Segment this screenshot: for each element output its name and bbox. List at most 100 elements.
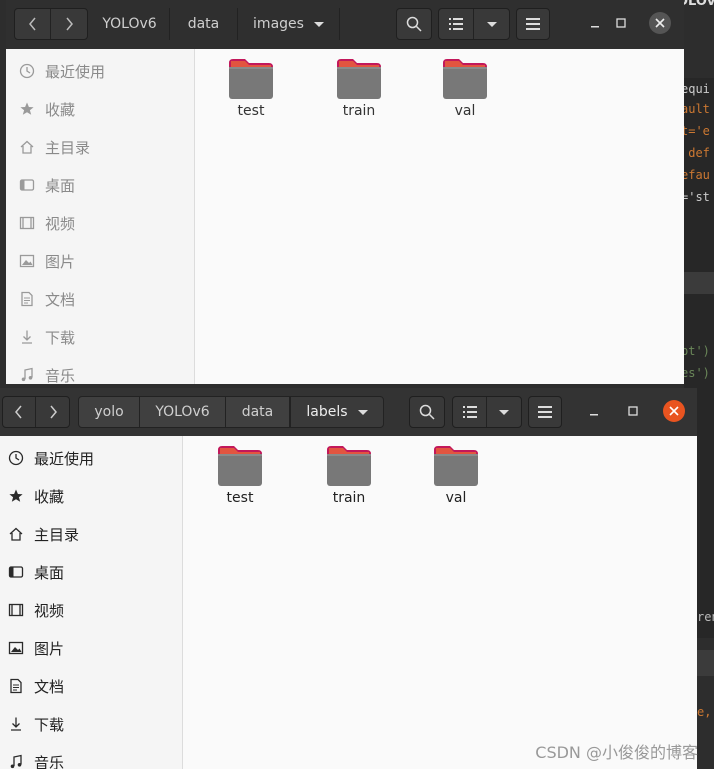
sidebar-item[interactable]: 主目录 [0, 515, 182, 553]
sidebar-item-label: 音乐 [34, 753, 65, 769]
home-icon [8, 526, 24, 542]
close-button[interactable] [663, 400, 685, 422]
folder-item[interactable]: test [216, 57, 286, 119]
sidebar-item-label: 收藏 [34, 487, 65, 506]
sidebar-item[interactable]: 文档 [6, 280, 194, 318]
music-icon [19, 367, 35, 383]
sidebar-item-label: 桌面 [45, 176, 76, 195]
picture-icon [8, 640, 24, 656]
sidebar-item[interactable]: 音乐 [0, 743, 182, 769]
header-bar: yolo YOLOv6 data labels [0, 388, 697, 436]
path-item-label: images [253, 16, 304, 32]
sidebar-item-label: 最近使用 [45, 62, 106, 81]
sidebar-item[interactable]: 桌面 [6, 166, 194, 204]
hamburger-menu-icon [526, 18, 540, 30]
sidebar-item[interactable]: 下载 [0, 705, 182, 743]
list-view-button[interactable] [439, 9, 475, 39]
maximize-icon [616, 18, 626, 28]
path-item-images[interactable]: images [238, 8, 340, 40]
list-view-button[interactable] [453, 397, 488, 427]
sidebar-item[interactable]: 视频 [0, 591, 182, 629]
path-item-yolov6[interactable]: YOLOv6 [140, 396, 226, 428]
minimize-icon [590, 414, 598, 416]
chevron-down-icon [486, 21, 497, 27]
sidebar-item-label: 下载 [34, 715, 65, 734]
search-icon [419, 404, 435, 420]
sidebar-item[interactable]: 收藏 [6, 90, 194, 128]
view-options-button[interactable] [474, 9, 509, 39]
dropdown-caret-icon [357, 409, 368, 415]
path-item-label: labels [306, 404, 348, 420]
folder-item[interactable]: train [324, 57, 394, 119]
list-view-icon [462, 406, 477, 418]
folder-item[interactable]: test [205, 444, 275, 506]
document-icon [19, 291, 35, 307]
chevron-left-icon [15, 405, 22, 419]
sidebar-item-label: 主目录 [34, 525, 80, 544]
sidebar-item[interactable]: 最近使用 [6, 52, 194, 90]
sidebar-item[interactable]: 下载 [6, 318, 194, 356]
background-code-line: pt') [681, 344, 710, 358]
path-bar: yolo YOLOv6 data labels [78, 396, 384, 428]
folder-view: test train val [195, 49, 684, 384]
view-options-button[interactable] [487, 397, 521, 427]
search-icon [406, 16, 422, 32]
maximize-button[interactable] [622, 400, 644, 422]
forward-button[interactable] [51, 9, 87, 39]
sidebar: 最近使用收藏 主目录桌面视频图片文档下载 音乐 [6, 49, 195, 384]
path-bar: YOLOv6 data images [90, 8, 340, 40]
path-item-labels[interactable]: labels [290, 396, 384, 428]
close-icon [655, 18, 665, 28]
desktop-icon [19, 177, 35, 193]
maximize-button[interactable] [610, 12, 632, 34]
sidebar-item[interactable]: 文档 [0, 667, 182, 705]
background-code-line: es') [681, 366, 710, 380]
folder-item[interactable]: train [314, 444, 384, 506]
sidebar-item[interactable]: 桌面 [0, 553, 182, 591]
sidebar-item[interactable]: 视频 [6, 204, 194, 242]
background-code-line: t='e [681, 124, 710, 138]
back-button[interactable] [15, 9, 51, 39]
close-icon [669, 406, 679, 416]
sidebar-item-label: 视频 [45, 214, 76, 233]
background-code-line: def [681, 146, 710, 160]
sidebar-item[interactable]: 收藏 [0, 477, 182, 515]
path-item-data[interactable]: data [226, 396, 290, 428]
background-highlight-bar-2 [697, 650, 714, 676]
clock-icon [8, 450, 24, 466]
search-button[interactable] [409, 396, 445, 428]
folder-item[interactable]: val [421, 444, 491, 506]
sidebar-item[interactable]: 图片 [0, 629, 182, 667]
path-item-data[interactable]: data [170, 8, 238, 40]
sidebar-item-label: 最近使用 [34, 449, 95, 468]
sidebar-item[interactable]: 最近使用 [0, 439, 182, 477]
background-code-line: ='st [681, 190, 710, 204]
home-icon [19, 139, 35, 155]
view-controls [452, 396, 522, 428]
sidebar-item[interactable]: 主目录 [6, 128, 194, 166]
minimize-button[interactable] [584, 12, 606, 34]
star-icon [8, 488, 24, 504]
folder-view: test train val [183, 436, 697, 769]
folder-icon [229, 59, 273, 99]
sidebar-item-label: 桌面 [34, 563, 65, 582]
sidebar-item[interactable]: 音乐 [6, 356, 194, 384]
sidebar-item-label: 图片 [34, 639, 65, 658]
sidebar-item[interactable]: 图片 [6, 242, 194, 280]
back-button[interactable] [3, 397, 36, 427]
close-button[interactable] [649, 12, 671, 34]
chevron-left-icon [28, 17, 36, 31]
folder-label: val [454, 103, 476, 119]
menu-button[interactable] [528, 396, 562, 428]
menu-button[interactable] [516, 8, 550, 40]
search-button[interactable] [396, 8, 432, 40]
path-item-yolov6[interactable]: YOLOv6 [90, 8, 170, 40]
folder-item[interactable]: val [430, 57, 500, 119]
sidebar-item-label: 文档 [45, 290, 76, 309]
file-manager-window-images: YOLOv6 data images 最近使用 收藏 主目录 桌面 视频 图片 … [6, 0, 684, 384]
folder-label: train [342, 103, 376, 119]
document-icon [8, 678, 24, 694]
forward-button[interactable] [36, 397, 69, 427]
path-item-yolo[interactable]: yolo [78, 396, 140, 428]
minimize-button[interactable] [583, 400, 605, 422]
